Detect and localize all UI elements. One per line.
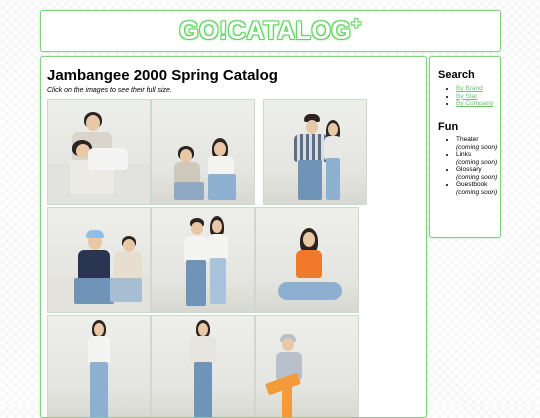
list-item: By Company (456, 100, 506, 108)
fun-items-list: Theater(coming soon) Links(coming soon) … (438, 136, 506, 196)
link-by-brand[interactable]: By Brand (456, 85, 483, 92)
catalog-photo-3[interactable] (263, 99, 367, 205)
search-heading: Search (438, 69, 475, 81)
header-banner: GO!CATALOG+ (40, 10, 501, 52)
catalog-photo-8[interactable] (151, 315, 255, 417)
main-content: Jambangee 2000 Spring Catalog Click on t… (40, 56, 427, 418)
catalog-photo-9[interactable] (255, 315, 359, 417)
coming-soon-note: (coming soon) (456, 173, 498, 181)
page-subtitle: Click on the images to see their full si… (47, 87, 172, 94)
fun-item-guestbook: Guestbook(coming soon) (456, 181, 506, 196)
catalog-photo-5[interactable] (151, 207, 255, 313)
fun-item-theater: Theater(coming soon) (456, 136, 506, 151)
sidebar: Search By Brand By Star By Company Fun T… (429, 56, 501, 238)
coming-soon-note: (coming soon) (456, 188, 498, 196)
coming-soon-note: (coming soon) (456, 143, 498, 151)
fun-item-label: Links (456, 151, 472, 158)
fun-item-label: Theater (456, 136, 479, 143)
logo-plus-icon: + (351, 14, 362, 33)
list-item: By Star (456, 93, 506, 101)
catalog-photo-6[interactable] (255, 207, 359, 313)
page-title: Jambangee 2000 Spring Catalog (47, 67, 278, 84)
catalog-photo-4[interactable] (47, 207, 151, 313)
list-item: By Brand (456, 85, 506, 93)
link-by-star[interactable]: By Star (456, 93, 477, 100)
site-logo[interactable]: GO!CATALOG+ (41, 14, 500, 46)
fun-item-label: Glossary (456, 166, 482, 173)
fun-item-glossary: Glossary(coming soon) (456, 166, 506, 181)
catalog-photo-7[interactable] (47, 315, 151, 417)
catalog-photo-2[interactable] (151, 99, 255, 205)
fun-item-links: Links(coming soon) (456, 151, 506, 166)
catalog-photo-1[interactable] (47, 99, 151, 205)
fun-item-label: Guestbook (456, 181, 488, 188)
link-by-company[interactable]: By Company (456, 100, 493, 107)
coming-soon-note: (coming soon) (456, 158, 498, 166)
logo-text: GO!CATALOG (179, 17, 352, 45)
fun-heading: Fun (438, 121, 459, 133)
search-links-list: By Brand By Star By Company (438, 85, 506, 108)
